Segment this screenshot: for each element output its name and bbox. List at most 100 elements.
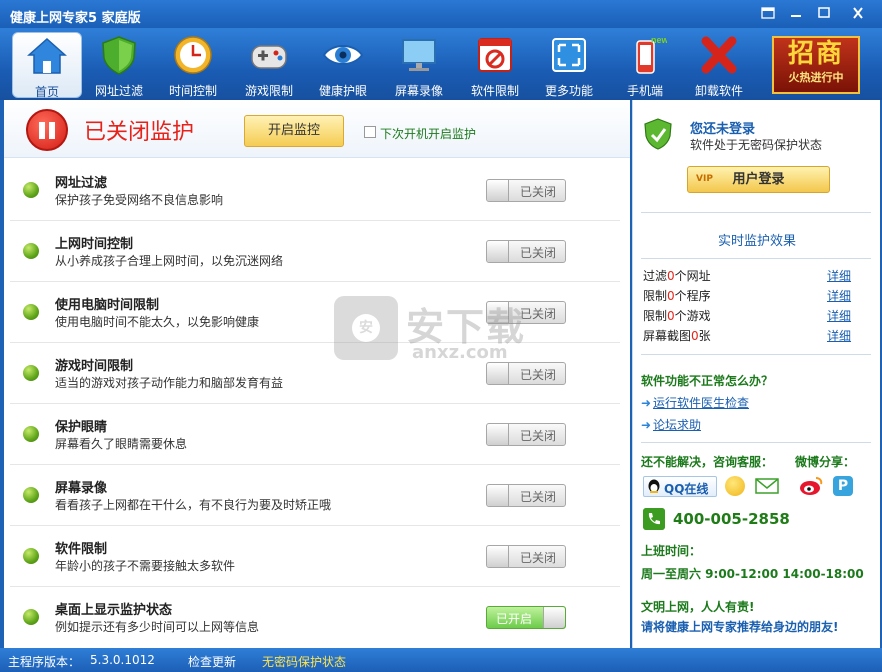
status-dot-icon <box>23 304 39 320</box>
maximize-button[interactable] <box>812 4 836 22</box>
maximize-icon <box>818 7 830 18</box>
toggle-label: 已关闭 <box>519 246 556 260</box>
status-bar: 主程序版本： 5.3.0.1012 检查更新 无密码保护状态 <box>0 648 882 672</box>
tencent-weibo-icon[interactable]: P <box>833 476 853 496</box>
minimize-icon <box>791 15 801 17</box>
tab-url-filter-label: 网址过滤 <box>94 84 143 98</box>
expand-icon <box>552 38 586 72</box>
status-dot-icon <box>23 426 39 442</box>
tab-game-limit[interactable]: 游戏限制 <box>234 32 304 98</box>
monitor-status-title: 已关闭监护 <box>84 120 195 145</box>
tab-mobile[interactable]: new 手机端 <box>610 32 680 98</box>
feature-name: 网址过滤 <box>55 176 108 191</box>
promo-big-text: 招商 <box>787 39 844 69</box>
tab-uninstall-label: 卸载软件 <box>694 84 743 98</box>
feature-toggle[interactable]: 已关闭 <box>486 484 566 507</box>
tab-game-limit-label: 游戏限制 <box>244 84 293 98</box>
status-dot-icon <box>23 609 39 625</box>
autostart-checkbox[interactable] <box>364 126 376 138</box>
feature-desc: 保护孩子免受网络不良信息影响 <box>55 193 224 207</box>
check-update-link[interactable]: 检查更新 <box>188 653 236 670</box>
toggle-label: 已关闭 <box>519 490 556 504</box>
tab-url-filter[interactable]: 网址过滤 <box>84 32 154 98</box>
feature-row-eye-care: 保护眼睛 屏幕看久了眼睛需要休息 已关闭 <box>10 404 620 465</box>
software-icon <box>478 38 512 72</box>
status-dot-icon <box>23 548 39 564</box>
weibo-icon[interactable] <box>799 476 823 496</box>
feature-name: 使用电脑时间限制 <box>55 298 160 313</box>
feature-toggle[interactable]: 已关闭 <box>486 545 566 568</box>
shield-icon <box>102 36 136 75</box>
tab-home[interactable]: 首页 <box>12 32 82 99</box>
toggle-label: 已关闭 <box>519 368 556 382</box>
tab-uninstall[interactable]: 卸载软件 <box>684 32 754 98</box>
slogan-line-1: 文明上网，人人有责! <box>641 600 755 614</box>
tab-more[interactable]: 更多功能 <box>534 32 604 98</box>
feature-desc: 例如提示还有多少时间可以上网等信息 <box>55 620 260 634</box>
toggle-knob <box>487 180 509 201</box>
feature-toggle[interactable]: 已关闭 <box>486 301 566 324</box>
feature-toggle[interactable]: 已关闭 <box>486 362 566 385</box>
doctor-check-link[interactable]: ➜ 运行软件医生检查 <box>641 394 749 411</box>
start-monitor-button[interactable]: 开启监控 <box>244 115 344 147</box>
feature-toggle[interactable]: 已开启 <box>486 606 566 629</box>
feature-desc: 屏幕看久了眼睛需要休息 <box>55 437 188 451</box>
feature-toggle[interactable]: 已关闭 <box>486 240 566 263</box>
mail-icon[interactable] <box>755 477 779 495</box>
eye-icon <box>322 45 364 65</box>
user-login-button[interactable]: VIP 用户登录 <box>687 166 830 193</box>
stat-programs: 限制0个程序 <box>643 289 711 303</box>
login-status-title: 您还未登录 <box>690 122 756 137</box>
forum-help-link[interactable]: ➜ 论坛求助 <box>641 416 701 433</box>
new-badge: new <box>651 35 667 45</box>
work-hours-title: 上班时间： <box>641 544 702 558</box>
divider <box>641 258 871 259</box>
feature-toggle[interactable]: 已关闭 <box>486 423 566 446</box>
stat-screenshots-detail-link[interactable]: 详细 <box>827 327 851 344</box>
toggle-knob <box>487 485 509 506</box>
feature-row-software-limit: 软件限制 年龄小的孩子不需要接触太多软件 已关闭 <box>10 526 620 587</box>
share-title: 微博分享： <box>795 455 856 469</box>
toggle-label: 已开启 <box>495 612 532 626</box>
main-panel: 已关闭监护 开启监控 下次开机开启监护 网址过滤 保护孩子免受网络不良信息影响 … <box>4 100 630 648</box>
minimize-button[interactable] <box>784 4 808 22</box>
qq-online-label: QQ在线 <box>664 482 709 496</box>
tab-mobile-label: 手机端 <box>626 84 663 98</box>
promo-banner[interactable]: 招商 火热进行中 <box>772 36 860 94</box>
work-hours: 周一至周六 9:00-12:00 14:00-18:00 <box>641 567 864 581</box>
tab-screen-record[interactable]: 屏幕录像 <box>384 32 454 98</box>
stat-urls: 过滤0个网址 <box>643 269 711 283</box>
qq-online-button[interactable]: QQ在线 <box>643 476 717 497</box>
feature-desc: 使用电脑时间不能太久，以免影响健康 <box>55 315 260 329</box>
stat-games-detail-link[interactable]: 详细 <box>827 307 851 324</box>
stat-programs-detail-link[interactable]: 详细 <box>827 287 851 304</box>
toggle-label: 已关闭 <box>519 307 556 321</box>
window-title: 健康上网专家5 家庭版 <box>10 11 141 26</box>
feature-name: 保护眼睛 <box>55 420 108 435</box>
skin-button[interactable] <box>756 4 780 22</box>
tab-time-control[interactable]: 时间控制 <box>158 32 228 98</box>
help-title: 软件功能不正常怎么办？ <box>641 374 774 388</box>
stat-games: 限制0个游戏 <box>643 309 711 323</box>
feature-desc: 从小养成孩子合理上网时间，以免沉迷网络 <box>55 254 284 268</box>
smile-icon[interactable] <box>725 476 745 496</box>
stat-urls-detail-link[interactable]: 详细 <box>827 267 851 284</box>
version-number: 5.3.0.1012 <box>90 653 155 667</box>
uninstall-icon <box>701 36 737 74</box>
service-title: 还不能解决，咨询客服： <box>641 455 774 469</box>
feature-toggle[interactable]: 已关闭 <box>486 179 566 202</box>
tab-software-limit[interactable]: 软件限制 <box>460 32 530 98</box>
status-header: 已关闭监护 开启监控 下次开机开启监护 <box>4 100 630 158</box>
stat-screenshots: 屏幕截图0张 <box>643 329 711 343</box>
feature-row-desktop-status: 桌面上显示监护状态 例如提示还有多少时间可以上网等信息 已开启 <box>10 587 620 648</box>
toggle-label: 已关闭 <box>519 551 556 565</box>
feature-name: 上网时间控制 <box>55 237 134 252</box>
feature-desc: 年龄小的孩子不需要接触太多软件 <box>55 559 236 573</box>
login-status-sub: 软件处于无密码保护状态 <box>690 138 823 152</box>
feature-row-pc-time: 使用电脑时间限制 使用电脑时间不能太久，以免影响健康 已关闭 <box>10 282 620 343</box>
title-bar: 健康上网专家5 家庭版 <box>0 0 882 28</box>
tab-more-label: 更多功能 <box>544 84 593 98</box>
close-button[interactable] <box>846 4 870 22</box>
toggle-knob <box>543 607 565 628</box>
tab-eye-care[interactable]: 健康护眼 <box>308 32 378 98</box>
